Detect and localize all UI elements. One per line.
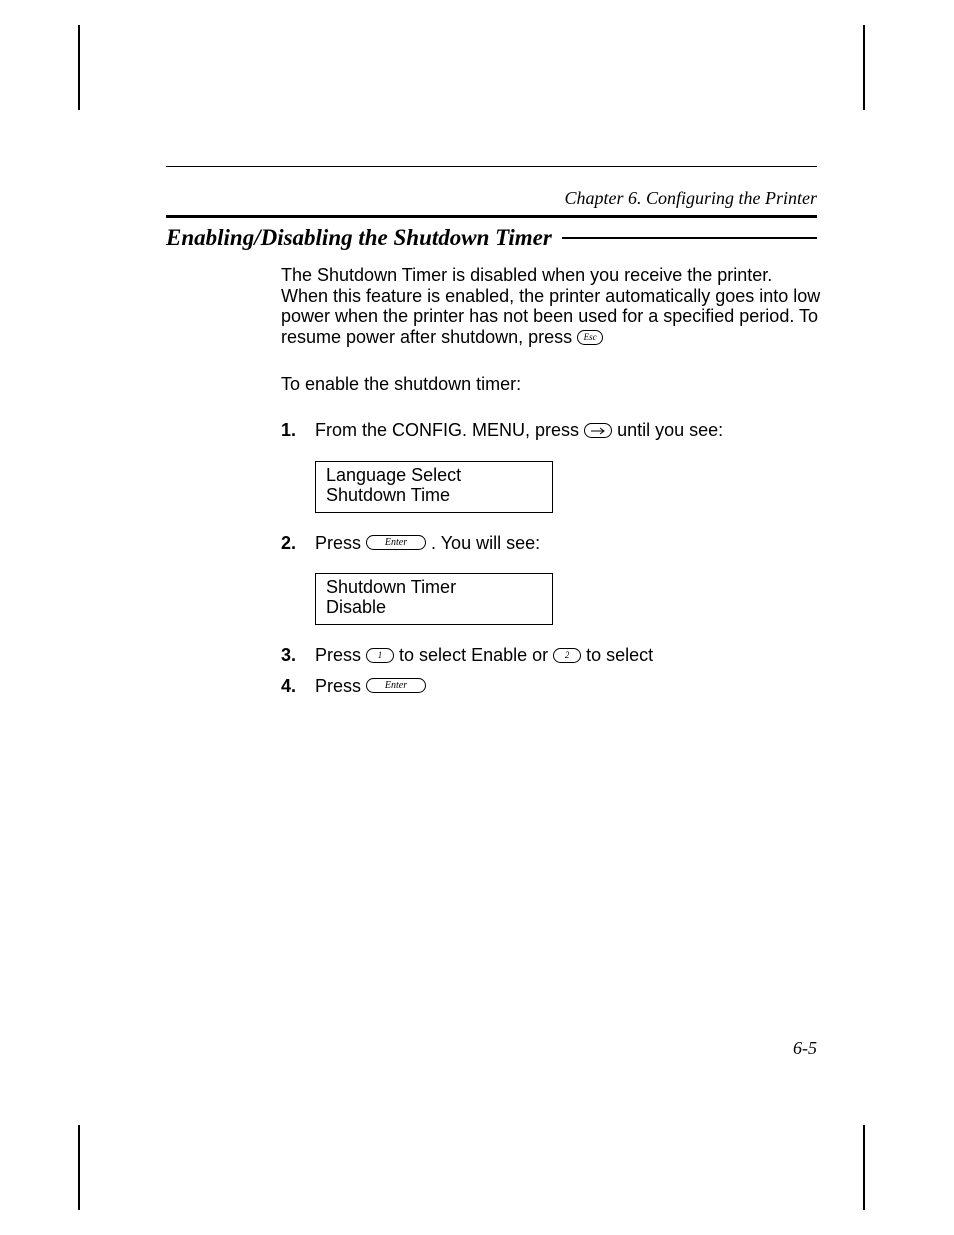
lcd-display-1: Language Select Shutdown Time <box>315 461 553 513</box>
section-title: Enabling/Disabling the Shutdown Timer <box>166 225 562 251</box>
intro-text: The Shutdown Timer is disabled when you … <box>281 265 820 347</box>
enter-key-icon: Enter <box>366 535 426 550</box>
step-4: 4. Press Enter <box>281 676 821 697</box>
one-key-icon: 1 <box>366 648 394 663</box>
step-2: 2. Press Enter . You will see: <box>281 533 821 554</box>
section-rule <box>562 237 817 239</box>
lcd-2-line-2: Disable <box>326 598 542 618</box>
step-3-mid: to select Enable or <box>399 645 553 665</box>
enable-lead: To enable the shutdown timer: <box>281 374 821 395</box>
body-column: The Shutdown Timer is disabled when you … <box>281 265 821 696</box>
step-1-pre: From the CONFIG. MENU, press <box>315 420 584 440</box>
step-2-post: . You will see: <box>431 533 540 553</box>
lcd-1-line-1: Language Select <box>326 466 542 486</box>
step-4-pre: Press <box>315 676 366 696</box>
step-1: 1. From the CONFIG. MENU, press until yo… <box>281 420 821 441</box>
crop-mark-bottom-left <box>78 1125 80 1210</box>
page-number: 6-5 <box>793 1038 817 1059</box>
page: Chapter 6. Configuring the Printer Enabl… <box>0 0 954 1235</box>
step-4-text: Press Enter <box>315 676 821 697</box>
chapter-header: Chapter 6. Configuring the Printer <box>166 188 817 218</box>
crop-mark-top-right <box>863 25 865 110</box>
step-2-text: Press Enter . You will see: <box>315 533 821 554</box>
step-3-pre: Press <box>315 645 366 665</box>
arrow-key-icon <box>584 423 612 438</box>
intro-paragraph: The Shutdown Timer is disabled when you … <box>281 265 821 348</box>
step-3-post: to select <box>586 645 653 665</box>
step-2-number: 2. <box>281 533 315 554</box>
esc-key-icon: Esc <box>577 330 603 345</box>
lcd-2-line-1: Shutdown Timer <box>326 578 542 598</box>
step-2-pre: Press <box>315 533 366 553</box>
step-3-text: Press 1 to select Enable or 2 to select <box>315 645 821 666</box>
two-key-icon: 2 <box>553 648 581 663</box>
step-4-number: 4. <box>281 676 315 697</box>
crop-mark-bottom-right <box>863 1125 865 1210</box>
section-heading-row: Enabling/Disabling the Shutdown Timer <box>166 225 817 251</box>
crop-mark-top-left <box>78 25 80 110</box>
divider-line <box>166 166 817 167</box>
step-3-number: 3. <box>281 645 315 666</box>
lcd-display-2: Shutdown Timer Disable <box>315 573 553 625</box>
enter-key-icon-2: Enter <box>366 678 426 693</box>
step-1-post: until you see: <box>617 420 723 440</box>
step-1-number: 1. <box>281 420 315 441</box>
step-3: 3. Press 1 to select Enable or 2 to sele… <box>281 645 821 666</box>
lcd-1-line-2: Shutdown Time <box>326 486 542 506</box>
step-1-text: From the CONFIG. MENU, press until you s… <box>315 420 821 441</box>
